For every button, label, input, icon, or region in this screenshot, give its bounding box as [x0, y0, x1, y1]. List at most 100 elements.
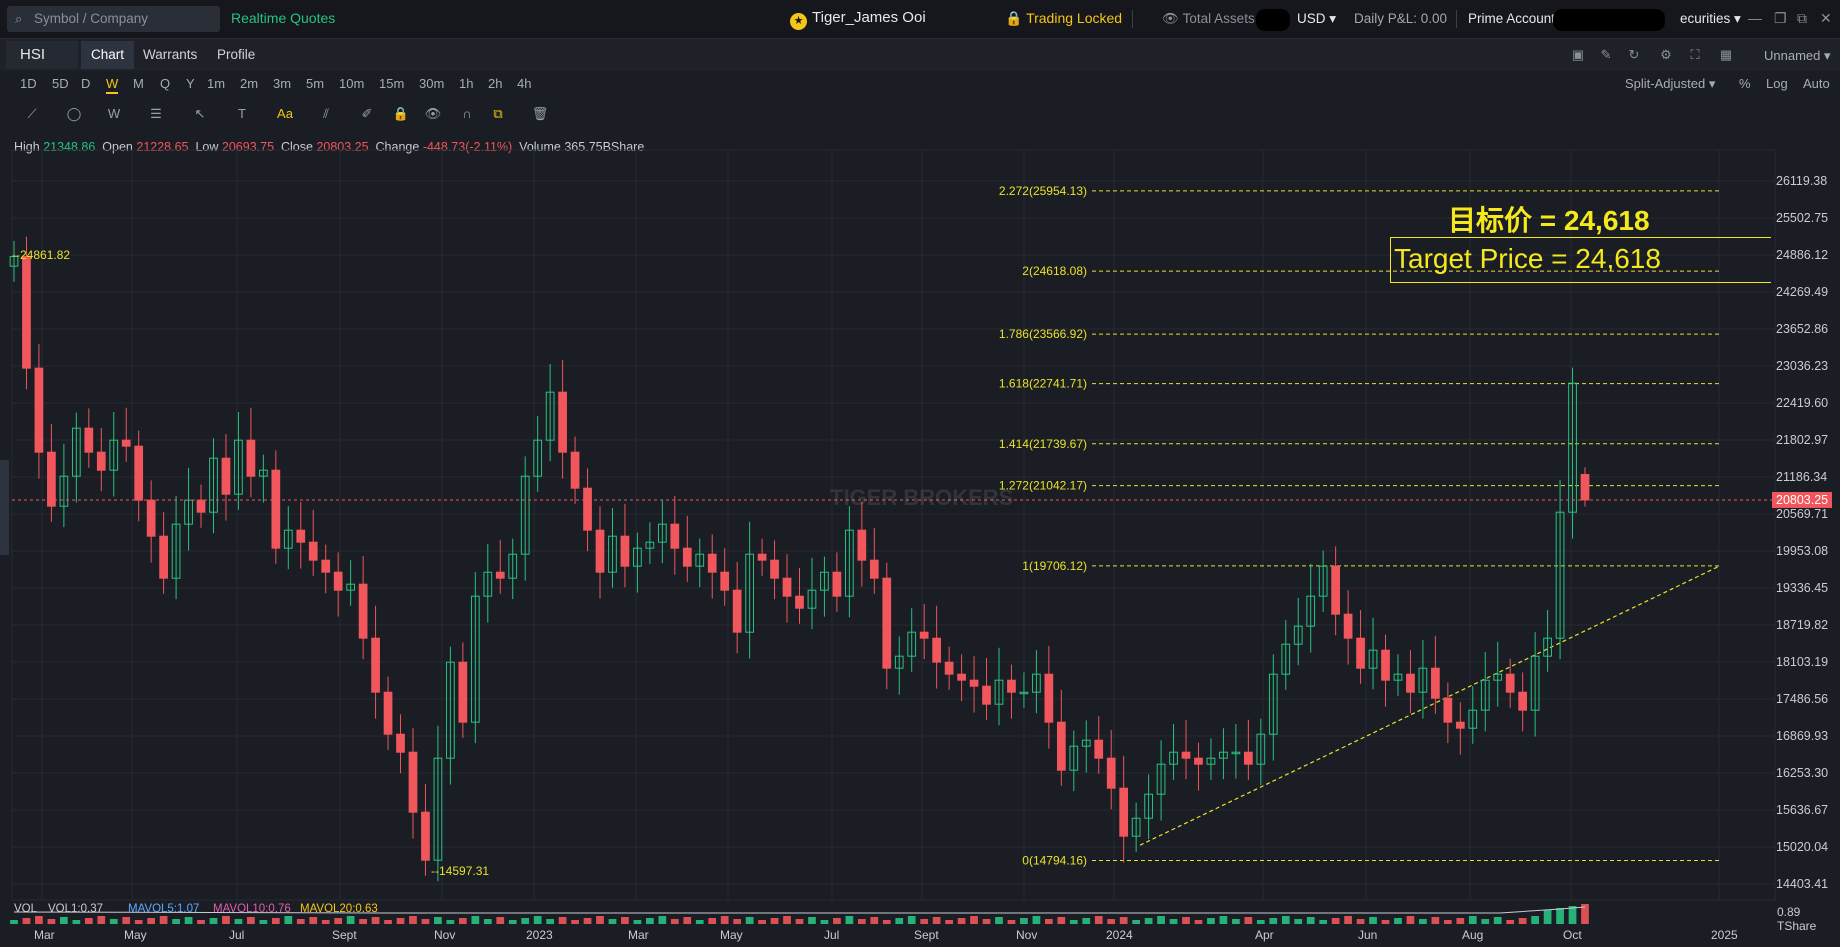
candle-body [1406, 673, 1415, 693]
volume-bar [882, 920, 891, 924]
volume-bar [1182, 917, 1190, 924]
candle-body [732, 589, 742, 633]
volume-bar [1057, 917, 1066, 924]
volume-bar [1419, 919, 1427, 924]
price-chart[interactable]: 26119.38 25502.75 24886.12 24269.49 23652.86… [0, 0, 1840, 947]
candle-body [707, 553, 717, 573]
volume-bar [134, 920, 143, 924]
volume-bar [271, 918, 280, 924]
volume-bar [608, 919, 617, 924]
candle-body [246, 439, 256, 477]
volume-bar [783, 916, 791, 924]
volume-bar [334, 918, 343, 924]
volume-bar [446, 920, 455, 924]
candle-body [371, 637, 380, 693]
volume-bar [1531, 916, 1539, 924]
candle-body [869, 559, 879, 579]
volume-bar [1493, 917, 1502, 924]
volume-bar [259, 920, 268, 924]
volume-bar [758, 920, 766, 924]
volume-bar [546, 919, 555, 924]
candle-body [919, 631, 929, 639]
candle-body [969, 679, 979, 687]
volume-bar [1119, 917, 1128, 924]
candle-body [982, 685, 991, 705]
volume-bar [995, 917, 1003, 924]
volume-bar [1232, 919, 1240, 924]
volume-bar [234, 919, 243, 924]
candle-body [882, 577, 892, 669]
candle-body [1381, 649, 1390, 681]
candle-body [84, 427, 94, 453]
volume-bar [483, 919, 492, 924]
candle-body [221, 457, 231, 495]
candle-body [1007, 679, 1016, 693]
candle-body [558, 391, 567, 453]
candle-body [1455, 721, 1465, 729]
volume-bar [683, 917, 692, 924]
time-tick-label: Mar [34, 928, 55, 942]
price-tick-label: 15636.67 [1776, 803, 1828, 817]
volume-bar [945, 920, 953, 924]
time-tick-label: Jul [229, 928, 244, 942]
candle-body [1056, 721, 1066, 771]
candle-body [333, 571, 343, 591]
volume-bar [1344, 916, 1352, 924]
volume-bar [371, 917, 380, 924]
volume-bar [47, 919, 56, 924]
price-tick-label: 16253.30 [1776, 766, 1828, 780]
candle-body [944, 661, 954, 675]
candle-body [96, 451, 106, 471]
mavol5-label: MAVOL5:1.07 [128, 903, 199, 915]
volume-bar [222, 916, 230, 924]
price-tick-label: 19953.08 [1776, 544, 1828, 558]
candle-body [1044, 673, 1054, 723]
volume-bar [1306, 917, 1315, 924]
volume-bar [833, 918, 841, 924]
volume-bar [1356, 919, 1365, 924]
volume-bar [84, 918, 93, 924]
volume-bar [695, 920, 704, 924]
candle-body [1505, 673, 1515, 693]
volume-bar [284, 916, 293, 924]
volume-bar [172, 919, 180, 924]
target-price-cn: 目标价 = 24,618 [1448, 205, 1650, 236]
time-tick-label: May [124, 928, 147, 942]
time-tick-label: Sept [332, 928, 357, 942]
volume-bar [1443, 920, 1452, 924]
volume-bar [147, 918, 156, 924]
volume-bar [845, 916, 854, 924]
volume-bar [770, 918, 779, 924]
price-tick-label: 19336.45 [1776, 581, 1828, 595]
candle-body [1194, 757, 1203, 765]
volume-bar [247, 917, 255, 924]
candle-body [296, 529, 306, 543]
volume-bar [1020, 918, 1028, 924]
time-tick-label: Aug [1462, 928, 1483, 942]
candle-body [34, 367, 44, 453]
volume-bar [870, 917, 879, 924]
time-tick-label: 2023 [526, 928, 553, 942]
volume-bar [309, 917, 318, 924]
candle-body [1518, 691, 1528, 711]
volume-bar [396, 918, 405, 924]
time-tick-label: Sept [914, 928, 939, 942]
volume-bar [1044, 919, 1053, 924]
volume-bar [1281, 916, 1290, 924]
candle-body [782, 577, 792, 597]
volume-bar [1207, 918, 1215, 924]
fib-level-label: 0(14794.16) [1022, 854, 1087, 868]
candle-body [1431, 667, 1440, 699]
time-tick-label: 2025 [1711, 928, 1738, 942]
volume-bar [1132, 920, 1141, 924]
volume-bar [907, 916, 916, 924]
volume-bar [670, 919, 679, 924]
candle-body [134, 445, 144, 501]
candle-body [1106, 757, 1116, 789]
candle-body [620, 535, 630, 567]
volume-bar [346, 916, 355, 924]
volume-bar [1369, 917, 1377, 924]
volume-bar [646, 918, 654, 924]
volume-bar [1244, 917, 1253, 924]
volume-bar [808, 917, 816, 924]
